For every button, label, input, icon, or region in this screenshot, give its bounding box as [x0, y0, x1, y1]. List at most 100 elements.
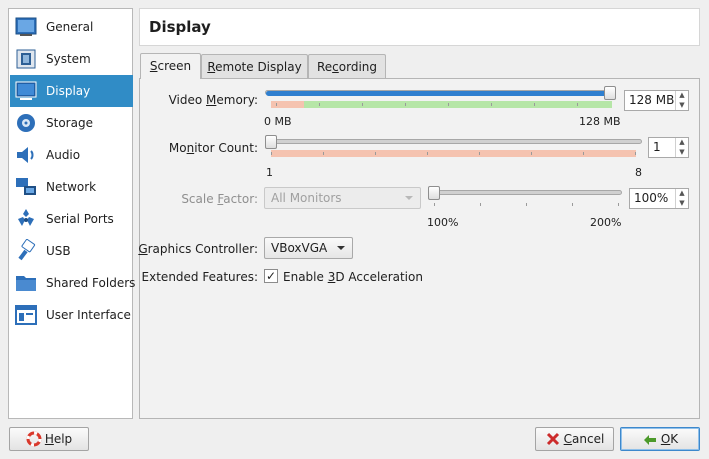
scale-monitor-select-value: All Monitors: [271, 191, 342, 205]
sidebar-item-label: Serial Ports: [46, 212, 114, 226]
scale-factor-max-label: 200%: [590, 216, 622, 229]
button-mnemonic: H: [44, 432, 54, 446]
sidebar-item-shared-folders[interactable]: Shared Folders: [10, 267, 136, 299]
enable-3d-label[interactable]: Enable 3D Acceleration: [283, 270, 423, 284]
scale-factor-slider-groove[interactable]: [429, 190, 622, 195]
tab-mnemonic: c: [332, 60, 339, 74]
spinbox-arrows[interactable]: ▲ ▼: [675, 138, 688, 157]
label-part: Video: [168, 93, 207, 107]
system-icon: [16, 49, 36, 69]
sidebar-item-audio[interactable]: Audio: [10, 139, 133, 171]
slider-tick: [618, 203, 619, 206]
settings-sidebar: General System Display Storage Audio Net…: [8, 8, 136, 419]
video-memory-band-green: [304, 101, 612, 108]
tab-screen[interactable]: Screen: [140, 53, 201, 79]
slider-tick: [362, 103, 363, 106]
slider-tick: [319, 103, 320, 106]
graphics-controller-label: Graphics Controller:: [138, 242, 258, 256]
usb-icon: [18, 239, 36, 261]
label-part: Mo: [168, 141, 187, 155]
scale-factor-value[interactable]: 100%: [630, 189, 675, 208]
label-part: itor Count:: [194, 141, 258, 155]
sidebar-item-storage[interactable]: Storage: [10, 107, 133, 139]
tab-mnemonic: R: [207, 60, 216, 74]
sidebar-item-label: General: [46, 20, 94, 34]
slider-tick: [531, 152, 532, 155]
label-mnemonic: M: [206, 93, 217, 107]
slider-tick: [577, 103, 578, 106]
sidebar-item-label: Display: [46, 84, 91, 98]
shared-folders-icon: [16, 276, 36, 291]
slider-tick: [479, 152, 480, 155]
tab-label-rest: emote Display: [215, 60, 302, 74]
scale-factor-slider-handle[interactable]: [428, 186, 440, 200]
spin-up-icon[interactable]: ▲: [676, 91, 688, 101]
network-icon: [16, 178, 36, 195]
slider-tick: [526, 203, 527, 206]
tab-label-rest: creen: [157, 59, 192, 73]
button-label-rest: ancel: [572, 432, 605, 446]
scale-factor-min-label: 100%: [427, 216, 459, 229]
page-header: Display: [139, 8, 700, 46]
slider-tick: [572, 203, 573, 206]
monitor-count-slider-groove[interactable]: [265, 139, 642, 144]
sidebar-item-user-interface[interactable]: User Interface: [10, 299, 133, 331]
video-memory-spinbox[interactable]: 128 MB ▲ ▼: [624, 90, 689, 111]
page-title: Display: [149, 18, 211, 36]
user-interface-icon: [15, 305, 37, 325]
label-part: D Acceleration: [335, 270, 423, 284]
graphics-controller-value: VBoxVGA: [271, 241, 328, 255]
display-icon: [15, 81, 37, 100]
sidebar-item-label: Shared Folders: [46, 276, 136, 290]
video-memory-slider-handle[interactable]: [604, 86, 616, 100]
monitor-count-slider-handle[interactable]: [265, 135, 277, 149]
button-label-rest: K: [670, 432, 679, 446]
spin-down-icon[interactable]: ▼: [676, 199, 688, 209]
slider-tick: [635, 152, 636, 155]
ok-arrow-icon: [643, 435, 656, 445]
slider-tick: [405, 103, 406, 106]
scale-monitor-select: All Monitors: [264, 187, 421, 209]
tab-remote-display[interactable]: Remote Display: [201, 54, 308, 78]
button-mnemonic: O: [660, 432, 671, 446]
monitor-count-max-label: 8: [635, 166, 642, 179]
scale-factor-spinbox[interactable]: 100% ▲ ▼: [629, 188, 689, 209]
serial-ports-icon: [18, 209, 34, 226]
graphics-controller-select[interactable]: VBoxVGA: [264, 237, 353, 259]
slider-tick: [480, 203, 481, 206]
chevron-down-icon: [405, 196, 413, 200]
slider-tick: [427, 152, 428, 155]
video-memory-slider-fill: [266, 91, 610, 96]
slider-tick: [271, 152, 272, 155]
ok-button[interactable]: OK: [620, 427, 700, 451]
spinbox-arrows[interactable]: ▲ ▼: [675, 91, 688, 110]
sidebar-item-general[interactable]: General: [10, 11, 133, 43]
slider-tick: [448, 103, 449, 106]
cancel-x-icon: [546, 432, 559, 446]
help-lifebuoy-icon: [26, 431, 42, 447]
spin-down-icon[interactable]: ▼: [676, 148, 688, 158]
spin-down-icon[interactable]: ▼: [676, 101, 688, 111]
video-memory-value[interactable]: 128 MB: [625, 91, 675, 110]
storage-icon: [17, 114, 35, 132]
sidebar-item-system[interactable]: System: [10, 43, 133, 75]
sidebar-item-network[interactable]: Network: [10, 171, 133, 203]
spinbox-arrows[interactable]: ▲ ▼: [675, 189, 688, 208]
enable-3d-checkbox[interactable]: ✓: [264, 269, 278, 283]
sidebar-item-usb[interactable]: USB: [10, 235, 133, 267]
help-button[interactable]: Help: [9, 427, 89, 451]
sidebar-item-serial-ports[interactable]: Serial Ports: [10, 203, 133, 235]
label-part: Enable: [283, 270, 328, 284]
spin-up-icon[interactable]: ▲: [676, 138, 688, 148]
tab-recording[interactable]: Recording: [308, 54, 386, 78]
sidebar-item-display[interactable]: Display: [10, 75, 133, 107]
spin-up-icon[interactable]: ▲: [676, 189, 688, 199]
monitor-count-spinbox[interactable]: 1 ▲ ▼: [648, 137, 689, 158]
cancel-button[interactable]: Cancel: [535, 427, 614, 451]
slider-tick: [375, 152, 376, 155]
button-mnemonic: C: [563, 432, 573, 446]
tab-label-rest: ording: [338, 60, 378, 74]
general-icon: [15, 17, 37, 36]
monitor-count-value[interactable]: 1: [649, 138, 675, 157]
video-memory-max-label: 128 MB: [579, 115, 621, 128]
